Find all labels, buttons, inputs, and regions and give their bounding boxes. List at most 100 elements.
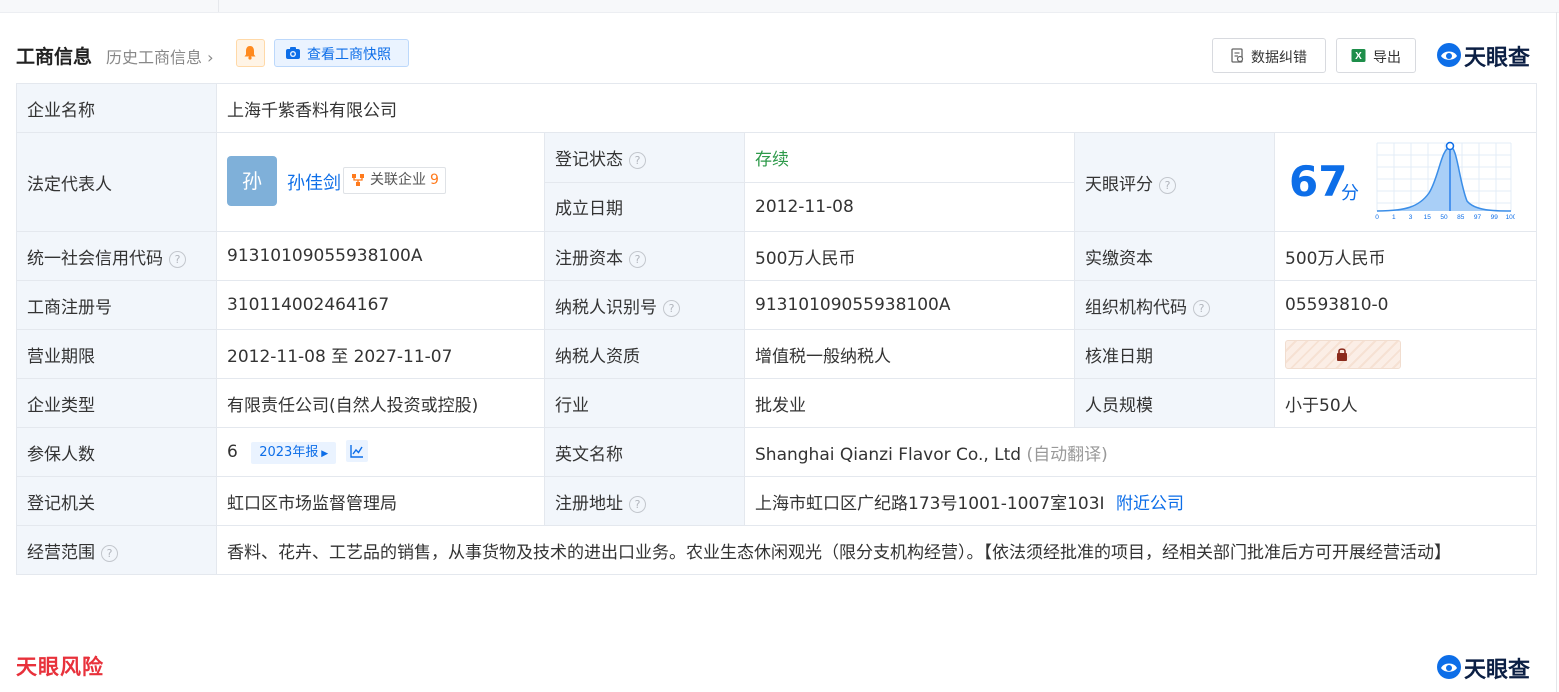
brand-name: 天眼查 — [1464, 46, 1531, 71]
locked-value-box[interactable] — [1285, 339, 1401, 369]
help-icon[interactable]: ? — [1193, 299, 1210, 317]
business-scope-value: 香料、花卉、工艺品的销售，从事货物及技术的进出口业务。农业生态休闲观光（限分支机… — [215, 525, 1538, 575]
export-button[interactable]: X 导出 — [1336, 38, 1416, 73]
reg-capital-label-text: 注册资本 — [555, 248, 623, 269]
reg-status-value: 存续 — [744, 132, 1075, 183]
score-block: 67 分 0 1 3 15 50 85 97 99 100 — [1276, 134, 1536, 231]
help-icon[interactable]: ? — [101, 544, 118, 562]
table-row: 登记机关 虹口区市场监督管理局 注册地址? 上海市虹口区广纪路173号1001-… — [16, 476, 1538, 526]
business-term-value: 2012-11-08 至 2027-11-07 — [216, 329, 545, 379]
table-row: 法定代表人 孙 孙佳剑 关联企业 9 登记状态? 存续 天眼评分? 67 分 0… — [16, 132, 1538, 232]
score-axis-tick: 15 — [1424, 214, 1432, 221]
table-row: 企业名称 上海千紫香料有限公司 — [16, 83, 1538, 133]
top-tab-strip — [0, 0, 1559, 13]
english-name-label: 英文名称 — [544, 427, 745, 477]
right-divider — [1556, 12, 1557, 692]
insured-label: 参保人数 — [16, 427, 217, 477]
bell-icon — [244, 46, 256, 60]
score-axis-tick: 99 — [1491, 214, 1499, 221]
score-axis-tick: 100 — [1506, 214, 1515, 221]
company-name-label: 企业名称 — [16, 83, 217, 133]
found-date-value: 2012-11-08 — [744, 181, 1075, 232]
section-header: 工商信息 历史工商信息 › 查看工商快照 数据纠错 X 导出 天眼查 — [16, 38, 1536, 74]
chevron-right-icon: › — [202, 48, 214, 67]
annual-report-badge[interactable]: 2023年报 ▶ — [251, 442, 337, 464]
data-correction-button[interactable]: 数据纠错 — [1212, 38, 1326, 73]
credit-code-value: 91310109055938100A — [216, 231, 545, 281]
reg-number-value: 310114002464167 — [216, 280, 545, 330]
org-code-label: 组织机构代码? — [1074, 280, 1275, 330]
snapshot-button[interactable]: 查看工商快照 — [274, 39, 409, 67]
taxpayer-type-value: 增值税一般纳税人 — [744, 329, 1075, 379]
table-row: 工商注册号 310114002464167 纳税人识别号? 9131010905… — [16, 280, 1538, 330]
help-icon[interactable]: ? — [663, 299, 680, 317]
risk-brand: 天眼风险 — [16, 655, 104, 679]
history-link-label: 历史工商信息 — [106, 48, 203, 67]
avatar[interactable]: 孙 — [227, 156, 277, 206]
reg-capital-value: 500万人民币 — [744, 231, 1075, 281]
reg-address-value: 上海市虹口区广纪路173号1001-1007室103I — [755, 493, 1105, 514]
paid-capital-label: 实缴资本 — [1074, 231, 1275, 281]
staff-size-label: 人员规模 — [1074, 378, 1275, 428]
tax-id-label-text: 纳税人识别号 — [555, 297, 657, 318]
industry-value: 批发业 — [744, 378, 1075, 428]
tianyan-score-cell[interactable]: 67 分 0 1 3 15 50 85 97 99 100 — [1273, 132, 1538, 232]
history-link[interactable]: 历史工商信息 › — [106, 44, 214, 68]
help-icon[interactable]: ? — [629, 495, 646, 513]
data-correction-label: 数据纠错 — [1251, 50, 1307, 66]
credit-code-label-text: 统一社会信用代码 — [27, 248, 163, 269]
nearby-companies-link[interactable]: 附近公司 — [1116, 494, 1184, 514]
tianyan-score-label-text: 天眼评分 — [1085, 174, 1153, 195]
help-icon[interactable]: ? — [629, 151, 646, 169]
export-label: 导出 — [1373, 50, 1401, 66]
related-label: 关联企业 — [370, 172, 426, 188]
score-axis-tick: 50 — [1440, 214, 1448, 221]
table-row: 企业类型 有限责任公司(自然人投资或控股) 行业 批发业 人员规模 小于50人 — [16, 378, 1538, 428]
score-unit: 分 — [1341, 183, 1359, 204]
insured-value: 6 — [227, 442, 238, 462]
score-number: 67 — [1289, 157, 1348, 206]
caret-right-icon: ▶ — [318, 449, 329, 459]
reg-address-label: 注册地址? — [544, 476, 745, 526]
org-code-value: 05593810-0 — [1273, 280, 1538, 330]
brand-logo: 天眼查 — [1436, 40, 1546, 71]
reg-address-cell: 上海市虹口区广纪路173号1001-1007室103I 附近公司 — [743, 476, 1538, 526]
legal-rep-label: 法定代表人 — [16, 132, 217, 232]
business-info-table: 企业名称 上海千紫香料有限公司 法定代表人 孙 孙佳剑 关联企业 9 登记状态? … — [16, 83, 1538, 575]
camera-icon — [286, 47, 300, 59]
table-row: 营业期限 2012-11-08 至 2027-11-07 纳税人资质 增值税一般… — [16, 329, 1538, 379]
annual-report-label: 2023年报 — [259, 445, 319, 460]
score-axis-tick: 0 — [1375, 214, 1379, 221]
company-type-value: 有限责任公司(自然人投资或控股) — [216, 378, 545, 428]
score-axis-tick: 85 — [1457, 214, 1465, 221]
monitor-bell-button[interactable] — [236, 39, 265, 67]
line-chart-icon — [349, 445, 363, 458]
legal-rep-name-link[interactable]: 孙佳剑 — [287, 169, 341, 195]
reg-number-label: 工商注册号 — [16, 280, 217, 330]
score-axis-tick: 1 — [1392, 214, 1396, 221]
tianyancha-logo-icon — [1437, 43, 1461, 67]
trend-chart-button[interactable] — [345, 440, 368, 462]
industry-label: 行业 — [544, 378, 745, 428]
footer-brand-name: 天眼查 — [1464, 658, 1531, 683]
taxpayer-type-label: 纳税人资质 — [544, 329, 745, 379]
reg-status-label: 登记状态? — [544, 132, 745, 183]
table-row: 参保人数 6 2023年报 ▶ 英文名称 Shanghai Qianzi Fla… — [16, 427, 1538, 477]
excel-icon: X — [1351, 49, 1366, 62]
score-axis-tick: 3 — [1409, 214, 1413, 221]
tianyan-score-label: 天眼评分? — [1074, 132, 1275, 232]
score-distribution-chart: 0 1 3 15 50 85 97 99 100 — [1375, 141, 1515, 221]
approval-date-cell — [1273, 329, 1538, 379]
help-icon[interactable]: ? — [629, 250, 646, 268]
help-icon[interactable]: ? — [1159, 176, 1176, 194]
tax-id-value: 91310109055938100A — [744, 280, 1075, 330]
section-title: 工商信息 — [16, 46, 93, 68]
related-count: 9 — [430, 172, 439, 188]
reg-authority-value: 虹口区市场监督管理局 — [216, 476, 545, 526]
related-companies-badge[interactable]: 关联企业 9 — [343, 167, 446, 194]
help-icon[interactable]: ? — [169, 250, 186, 268]
table-row: 统一社会信用代码? 91310109055938100A 注册资本? 500万人… — [16, 231, 1538, 281]
paid-capital-value: 500万人民币 — [1273, 231, 1538, 281]
relation-icon — [352, 174, 364, 186]
reg-address-label-text: 注册地址 — [555, 493, 623, 514]
